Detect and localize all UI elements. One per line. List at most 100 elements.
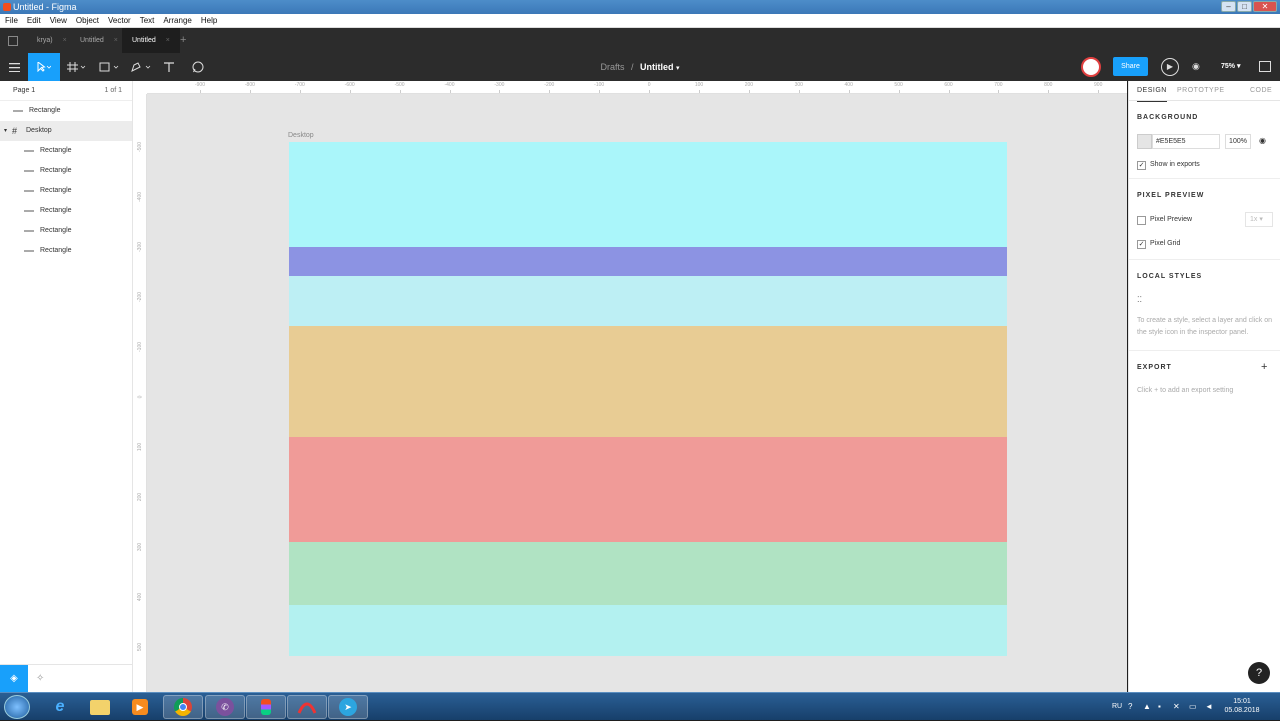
frame-tool-icon[interactable] [62,53,92,81]
rectangle-shape[interactable] [289,437,1007,542]
present-play-icon[interactable]: ▶ [1161,58,1179,76]
pen-tool-icon[interactable] [127,53,157,81]
layer-row[interactable]: Rectangle [0,241,132,261]
help-tray-icon[interactable]: ? [1128,702,1138,712]
chevron-down-icon[interactable]: ▾ [676,65,680,72]
menu-vector[interactable]: Vector [103,14,135,27]
ruler-horizontal: -900 -800 -700 -600 -500 -400 -300 -200 -100 0 100… [147,81,1127,94]
window-title: Untitled - Figma [13,2,77,12]
rectangle-shape[interactable] [289,542,1007,605]
ruler-y-tick-label: -100 [136,341,143,353]
pixel-preview-scale-select[interactable]: 1x ▾ [1245,212,1273,227]
background-color-swatch[interactable] [1137,134,1152,149]
ruler-y-tick-label: 300 [137,542,143,552]
library-book-icon[interactable] [1259,61,1271,72]
rectangle-shape[interactable] [289,142,1007,247]
viber-icon[interactable]: ✆ [205,695,245,719]
menu-file[interactable]: File [0,14,22,27]
internet-explorer-icon[interactable]: e [40,695,80,719]
text-tool-icon[interactable] [160,53,178,81]
menu-edit[interactable]: Edit [22,14,45,27]
help-button[interactable]: ? [1248,662,1270,684]
tray-app-icon[interactable]: ▪ [1158,702,1168,712]
move-tool-cursor-icon[interactable] [28,53,60,81]
pixel-preview-checkbox[interactable] [1137,216,1146,225]
menu-text[interactable]: Text [135,14,159,27]
menu-view[interactable]: View [45,14,71,27]
rectangle-shape[interactable] [289,326,1007,437]
layer-row[interactable]: ▾ # Desktop [0,121,132,141]
clock-time: 15:01 [1233,698,1251,705]
background-hex-input[interactable]: #E5E5E5 [1152,134,1220,149]
ruler-y-tick: -300 [133,237,147,257]
layer-row[interactable]: Rectangle [0,201,132,221]
app-red-arc-icon[interactable] [287,695,327,719]
file-explorer-icon[interactable] [80,695,120,719]
frame-label[interactable]: Desktop [288,132,314,139]
rectangle-layer-icon [24,170,34,172]
rectangle-shape[interactable] [289,247,1007,276]
volume-icon[interactable]: ◄ [1205,702,1215,712]
rectangle-shape[interactable] [289,276,1007,326]
tray-arrow-icon[interactable]: ▲ [1143,702,1153,712]
file-browser-icon[interactable] [8,36,18,46]
rectangle-tool-icon[interactable] [95,53,125,81]
new-tab-button[interactable]: + [180,28,186,53]
layer-row[interactable]: Rectangle [0,141,132,161]
tab-code[interactable]: CODE [1250,81,1272,101]
ruler-x-tick: -500 [385,82,415,93]
rectangle-layer-icon [24,190,34,192]
rectangle-shape[interactable] [289,605,1007,656]
main-menu-hamburger-icon[interactable] [0,53,28,81]
layer-row[interactable]: Rectangle [0,181,132,201]
menu-help[interactable]: Help [196,14,221,27]
share-button[interactable]: Share [1113,57,1148,76]
view-eye-icon[interactable]: ◉ [1192,61,1200,72]
canvas[interactable]: Desktop [147,94,1127,692]
menu-object[interactable]: Object [71,14,103,27]
language-indicator[interactable]: RU [1112,693,1122,721]
close-tab-icon[interactable]: × [166,37,170,44]
breadcrumb-folder[interactable]: Drafts [600,62,624,72]
media-player-icon[interactable]: ▶ [120,695,160,719]
file-tab[interactable]: Untitled × [122,28,180,53]
figma-icon[interactable] [246,695,286,719]
close-tab-icon[interactable]: × [114,37,118,44]
layer-name: Rectangle [40,187,72,194]
file-name-dropdown[interactable]: Untitled [640,62,674,72]
desktop-frame[interactable] [289,142,1007,656]
layers-tab-icon[interactable]: ◈ [0,665,28,693]
zoom-dropdown[interactable]: 75% ▾ [1221,53,1240,81]
layer-row[interactable]: Rectangle [0,161,132,181]
add-export-plus-icon[interactable]: + [1261,361,1267,373]
expand-caret-icon[interactable]: ▾ [4,121,12,141]
close-window-button[interactable]: ✕ [1253,1,1277,12]
tab-prototype[interactable]: PROTOTYPE [1177,81,1225,101]
comment-tool-icon[interactable] [188,53,208,81]
layer-row[interactable]: Rectangle [0,101,132,121]
user-avatar[interactable] [1081,57,1101,77]
minimize-button[interactable]: – [1221,1,1236,12]
telegram-icon[interactable]: ➤ [328,695,368,719]
maximize-button[interactable]: □ [1237,1,1252,12]
network-icon[interactable]: ✕ [1173,702,1183,712]
ruler-y-tick-label: -200 [136,291,143,303]
ruler-x-tick: 900 [1083,82,1113,93]
components-tab-icon[interactable]: ✧ [36,665,50,693]
file-tab[interactable]: Untitled × [70,28,128,53]
tab-design[interactable]: DESIGN [1137,81,1167,102]
visibility-eye-icon[interactable]: ◉ [1259,136,1266,145]
background-opacity-input[interactable]: 100% [1225,134,1251,149]
tray-clock[interactable]: 15:01 05.08.2018 [1222,697,1262,715]
layer-row[interactable]: Rectangle [0,221,132,241]
ruler-y-tick-label: 100 [137,442,143,452]
close-tab-icon[interactable]: × [63,37,67,44]
chrome-icon[interactable] [163,695,203,719]
page-selector[interactable]: Page 1 1 of 1 [0,81,132,101]
menu-arrange[interactable]: Arrange [158,14,195,27]
show-in-exports-checkbox[interactable]: ✓ [1137,161,1146,170]
pixel-grid-checkbox[interactable]: ✓ [1137,240,1146,249]
display-icon[interactable]: ▭ [1189,702,1199,712]
file-tab-label: Untitled [80,37,104,44]
start-button-icon[interactable] [4,695,30,719]
